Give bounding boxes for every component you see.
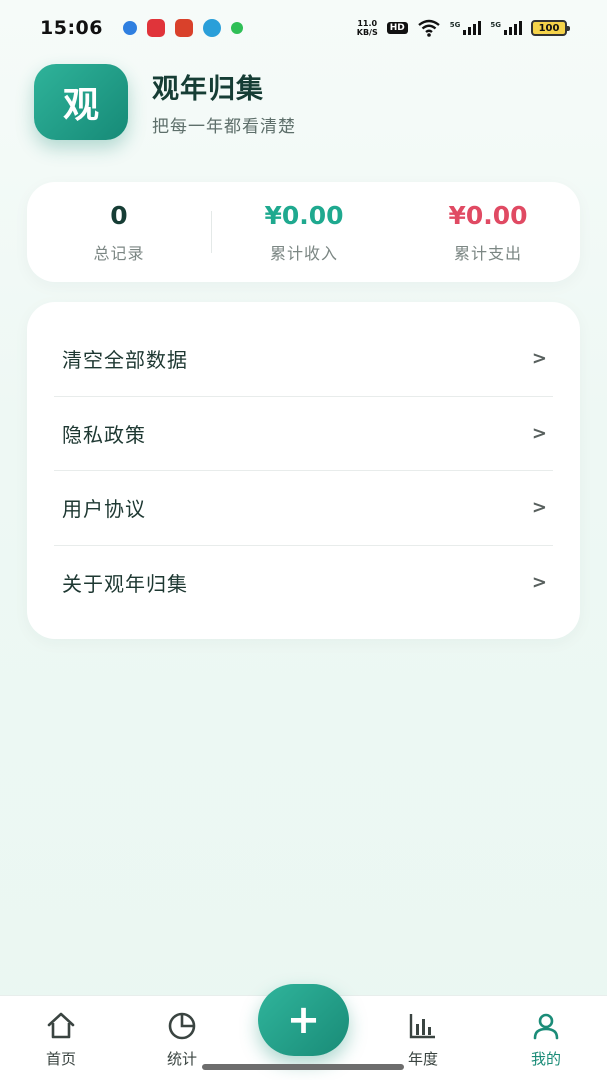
menu-item-label: 关于观年归集 (62, 572, 188, 597)
menu-item-label: 清空全部数据 (62, 348, 188, 373)
home-icon (47, 1012, 75, 1039)
settings-menu: 清空全部数据 > 隐私政策 > 用户协议 > 关于观年归集 > (27, 302, 580, 639)
app-header: 观 观年归集 把每一年都看清楚 (34, 64, 296, 140)
stat-income: ¥0.00 累计收入 (212, 201, 396, 264)
menu-item-clear-data[interactable]: 清空全部数据 > (54, 322, 553, 397)
stat-expense-value: ¥0.00 (448, 200, 528, 230)
stat-expense: ¥0.00 累计支出 (396, 201, 580, 264)
battery-icon: 100 (531, 20, 570, 36)
bar-chart-icon (409, 1014, 435, 1039)
stat-expense-label: 累计支出 (453, 243, 522, 263)
status-indicators: 11.0 KB/S HD 5G 5G 100 (357, 19, 570, 37)
signal-1-label: 5G (449, 21, 461, 29)
stat-total-records-value: 0 (110, 200, 128, 230)
nav-label-home: 首页 (45, 1050, 76, 1068)
app-blue-icon (122, 21, 137, 35)
home-indicator[interactable] (202, 1064, 404, 1070)
nav-item-me[interactable]: 我的 (506, 1010, 586, 1069)
signal-2-label: 5G (490, 21, 501, 29)
nav-item-yearly[interactable]: 年度 (383, 1010, 463, 1069)
hd-badge: HD (386, 22, 408, 34)
chevron-right-icon: > (531, 348, 547, 370)
add-record-button[interactable]: + (258, 984, 349, 1056)
app-logo-char: 观 (62, 85, 99, 126)
menu-item-label: 隐私政策 (62, 422, 146, 447)
notification-icons (122, 19, 243, 37)
chevron-right-icon: > (531, 572, 547, 594)
wechat-icon (230, 22, 243, 34)
app-logo: 观 (34, 64, 128, 140)
nav-label-me: 我的 (530, 1050, 561, 1068)
stat-income-value: ¥0.00 (264, 200, 344, 230)
signal-icon-1: 5G (450, 21, 482, 35)
nav-label-yearly: 年度 (407, 1050, 438, 1068)
menu-item-privacy-policy[interactable]: 隐私政策 > (54, 397, 553, 471)
app-red-icon-2 (174, 19, 193, 37)
pie-chart-icon (168, 1012, 196, 1040)
nav-item-home[interactable]: 首页 (21, 1010, 101, 1069)
menu-item-about[interactable]: 关于观年归集 > (54, 546, 553, 621)
user-icon (533, 1013, 559, 1040)
stat-total-records: 0 总记录 (27, 201, 211, 264)
stat-total-records-label: 总记录 (93, 243, 145, 263)
signal-icon-2: 5G (490, 21, 522, 35)
network-speed-unit: KB/S (356, 28, 378, 37)
header-text: 观年归集 把每一年都看清楚 (152, 67, 296, 137)
app-title: 观年归集 (152, 74, 264, 105)
network-speed: 11.0 KB/S (357, 19, 378, 37)
telegram-icon (202, 19, 221, 37)
nav-item-stats[interactable]: 统计 (142, 1010, 222, 1069)
menu-item-label: 用户协议 (62, 497, 146, 522)
status-bar: 15:06 11.0 KB/S HD 5G 5G 100 (0, 0, 607, 56)
chevron-right-icon: > (531, 422, 547, 444)
app-subtitle: 把每一年都看清楚 (152, 117, 296, 137)
wifi-icon (418, 19, 440, 37)
nav-label-stats: 统计 (166, 1050, 197, 1068)
battery-level: 100 (538, 22, 560, 34)
menu-item-user-agreement[interactable]: 用户协议 > (54, 471, 553, 546)
app-red-icon-1 (146, 19, 165, 37)
network-speed-value: 11.0 (357, 19, 378, 28)
stat-income-label: 累计收入 (269, 243, 338, 263)
status-time: 15:06 (40, 17, 103, 39)
plus-icon: + (286, 997, 321, 1043)
stats-card: 0 总记录 ¥0.00 累计收入 ¥0.00 累计支出 (27, 182, 580, 282)
chevron-right-icon: > (531, 497, 547, 519)
